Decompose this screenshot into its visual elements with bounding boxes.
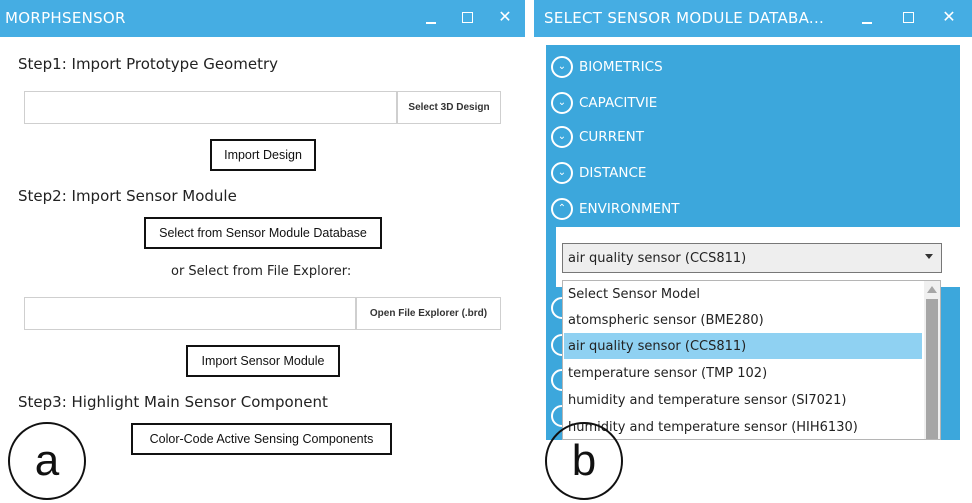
color-code-button[interactable]: Color-Code Active Sensing Components <box>131 423 392 455</box>
or-file-explorer-label: or Select from File Explorer: <box>171 264 352 279</box>
select-3d-design-button[interactable]: Select 3D Design <box>397 91 501 124</box>
caret-down-icon <box>925 254 933 259</box>
figure-label-a: a <box>8 422 86 500</box>
category-capacitive[interactable]: ⌄ CAPACITVIE <box>551 86 657 120</box>
chevron-down-icon: ⌄ <box>551 92 573 114</box>
close-icon[interactable]: ✕ <box>494 6 516 28</box>
select-from-database-button[interactable]: Select from Sensor Module Database <box>144 217 382 249</box>
title-bar: MORPHSENSOR ✕ <box>0 0 525 37</box>
chevron-up-icon: ⌃ <box>551 198 573 220</box>
option-item[interactable]: atomspheric sensor (BME280) <box>564 307 922 333</box>
open-file-explorer-button[interactable]: Open File Explorer (.brd) <box>356 297 501 330</box>
option-item[interactable]: humidity and temperature sensor (SI7021) <box>564 387 922 413</box>
design-path-field[interactable] <box>24 91 397 124</box>
step3-label: Step3: Highlight Main Sensor Component <box>18 393 328 411</box>
chevron-down-icon: ⌄ <box>551 162 573 184</box>
brd-path-field[interactable] <box>24 297 356 330</box>
option-item[interactable]: temperature sensor (TMP 102) <box>564 360 922 386</box>
category-label: ENVIRONMENT <box>579 201 680 217</box>
dropdown-scrollbar[interactable] <box>924 281 940 439</box>
category-environment[interactable]: ⌃ ENVIRONMENT <box>551 192 679 226</box>
close-icon[interactable]: ✕ <box>938 6 960 28</box>
category-label: BIOMETRICS <box>579 59 663 75</box>
chevron-down-icon: ⌄ <box>551 126 573 148</box>
title-bar: SELECT SENSOR MODULE DATABA... ✕ <box>534 0 972 37</box>
window-title: SELECT SENSOR MODULE DATABA... <box>544 9 825 27</box>
scroll-up-icon[interactable] <box>927 286 937 293</box>
import-sensor-module-button[interactable]: Import Sensor Module <box>186 345 340 377</box>
category-current[interactable]: ⌄ CURRENT <box>551 120 644 154</box>
category-label: DISTANCE <box>579 165 647 181</box>
category-label: CURRENT <box>579 129 644 145</box>
option-item[interactable]: Select Sensor Model <box>564 281 922 307</box>
import-design-button[interactable]: Import Design <box>210 139 316 171</box>
scroll-thumb[interactable] <box>926 299 938 439</box>
morphsensor-window: MORPHSENSOR ✕ Step1: Import Prototype Ge… <box>0 0 525 503</box>
category-biometrics[interactable]: ⌄ BIOMETRICS <box>551 50 663 84</box>
category-label: CAPACITVIE <box>579 95 658 111</box>
figure-label-b: b <box>545 422 623 500</box>
chevron-down-icon: ⌄ <box>551 56 573 78</box>
option-item[interactable]: humidity and temperature sensor (HIH6130… <box>564 414 922 439</box>
sensor-model-dropdown[interactable]: Select Sensor Model atomspheric sensor (… <box>562 280 941 440</box>
step2-label: Step2: Import Sensor Module <box>18 187 237 205</box>
selected-value: air quality sensor (CCS811) <box>568 250 747 266</box>
window-title: MORPHSENSOR <box>5 9 126 27</box>
step1-label: Step1: Import Prototype Geometry <box>18 55 278 73</box>
sensor-model-select[interactable]: air quality sensor (CCS811) <box>562 243 942 273</box>
environment-section: air quality sensor (CCS811) <box>556 227 960 287</box>
option-item-selected[interactable]: air quality sensor (CCS811) <box>564 333 922 359</box>
category-distance[interactable]: ⌄ DISTANCE <box>551 156 646 190</box>
